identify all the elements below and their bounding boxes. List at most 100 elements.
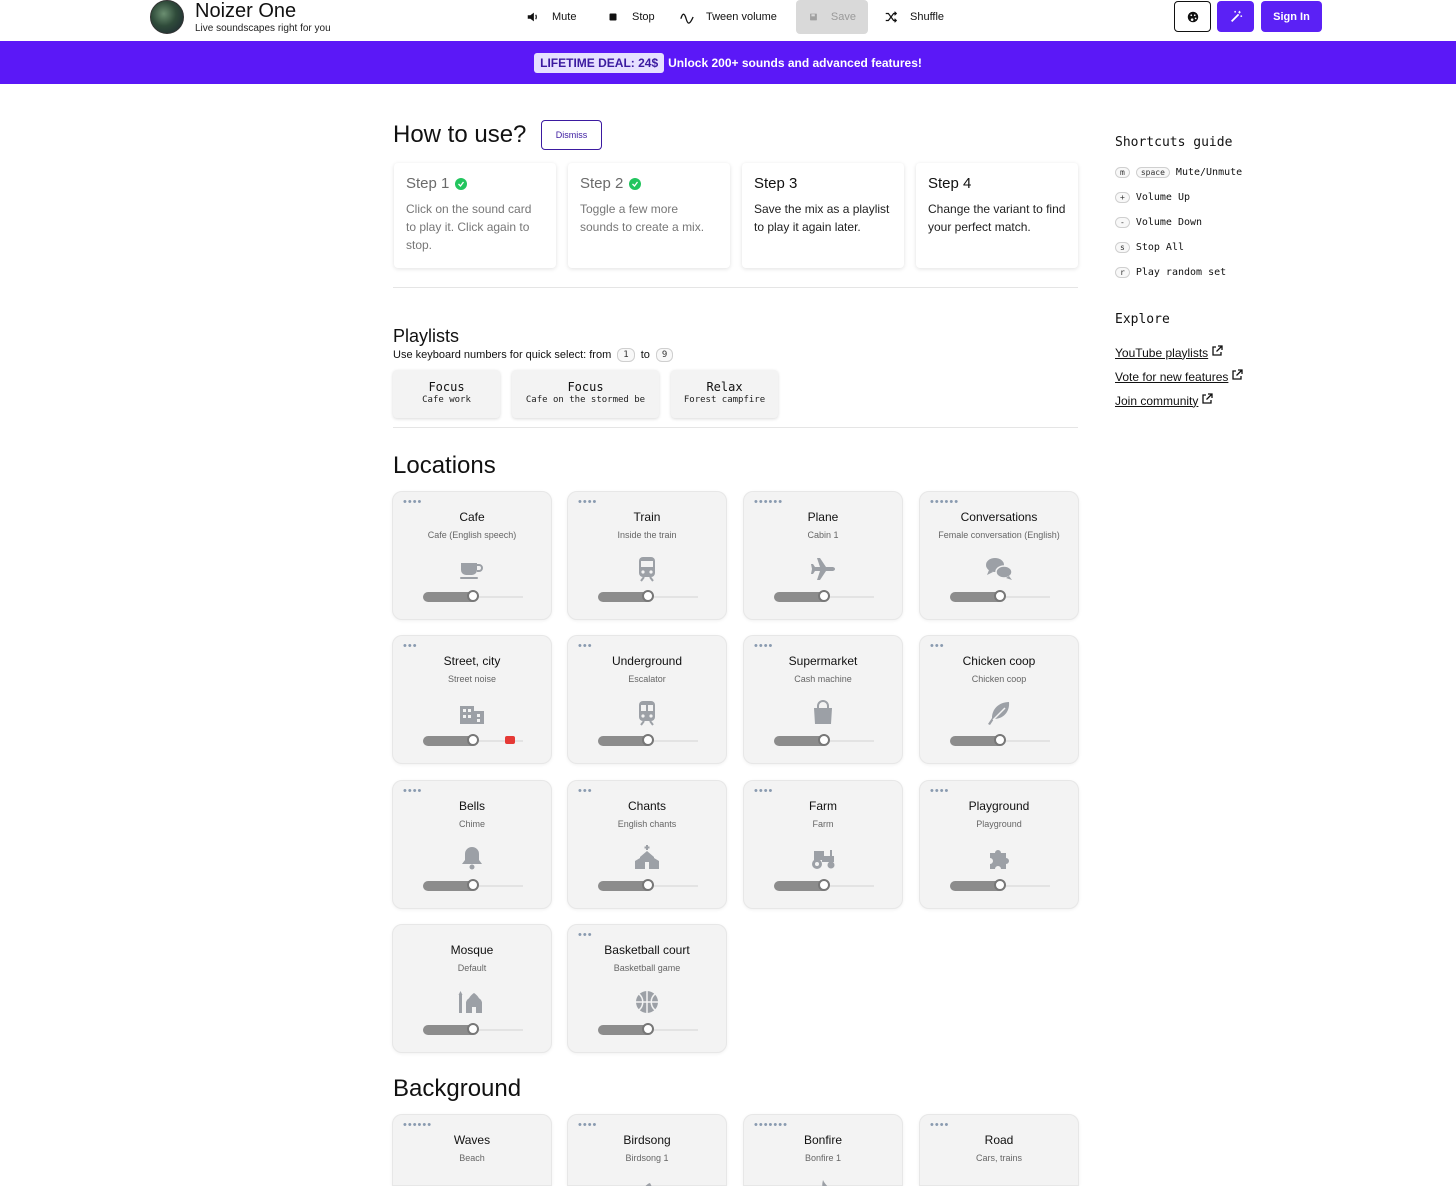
- volume-knob[interactable]: [467, 590, 479, 602]
- sound-card[interactable]: ••• Chants English chants: [567, 780, 727, 909]
- variant-dots[interactable]: ••••••: [754, 497, 783, 508]
- tween-volume-label: Tween volume: [706, 11, 777, 23]
- volume-knob[interactable]: [642, 1023, 654, 1035]
- step-desc: Toggle a few more sounds to create a mix…: [580, 202, 705, 234]
- volume-knob[interactable]: [818, 590, 830, 602]
- playlists-title: Playlists: [393, 326, 460, 346]
- step-title: Step 3: [754, 175, 798, 192]
- magic-wand-button[interactable]: [1217, 1, 1254, 32]
- volume-slider[interactable]: [774, 590, 874, 602]
- variant-dots[interactable]: ••••: [754, 786, 773, 797]
- feather-icon: [984, 698, 1014, 728]
- check-icon: [629, 177, 642, 190]
- sound-title: Street, city: [443, 654, 501, 668]
- explore-link[interactable]: YouTube playlists: [1115, 345, 1223, 360]
- sound-card[interactable]: ••• Chicken coop Chicken coop: [919, 635, 1079, 764]
- volume-slider[interactable]: [950, 879, 1050, 891]
- sound-card[interactable]: Mosque Default: [392, 924, 552, 1053]
- volume-slider[interactable]: [423, 1023, 523, 1035]
- sound-card[interactable]: ••• Basketball court Basketball game: [567, 924, 727, 1053]
- playlist-name: Focus: [428, 380, 465, 394]
- sound-card[interactable]: ••••••• Bonfire Bonfire 1: [743, 1114, 903, 1186]
- puzzle-icon: [984, 843, 1014, 873]
- variant-dots[interactable]: ••••: [578, 1120, 597, 1131]
- volume-slider[interactable]: [598, 1023, 698, 1035]
- volume-slider[interactable]: [950, 734, 1050, 746]
- volume-slider[interactable]: [423, 879, 523, 891]
- app-logo[interactable]: [150, 0, 184, 34]
- volume-knob[interactable]: [994, 879, 1006, 891]
- volume-slider[interactable]: [598, 734, 698, 746]
- shuffle-button[interactable]: Shuffle: [872, 0, 956, 34]
- volume-knob[interactable]: [467, 1023, 479, 1035]
- sound-card[interactable]: •••• Supermarket Cash machine: [743, 635, 903, 764]
- app-subtitle: Live soundscapes right for you: [195, 23, 331, 34]
- sound-card[interactable]: •••••• Conversations Female conversation (…: [919, 491, 1079, 620]
- sign-in-button[interactable]: Sign In: [1261, 1, 1322, 32]
- volume-slider[interactable]: [950, 590, 1050, 602]
- variant-dots[interactable]: ••••: [930, 1120, 949, 1131]
- variant-dots[interactable]: •••: [578, 641, 593, 652]
- volume-slider[interactable]: [423, 590, 523, 602]
- variant-dots[interactable]: •••: [403, 641, 418, 652]
- volume-slider[interactable]: [598, 590, 698, 602]
- variant-dots[interactable]: ••••: [578, 497, 597, 508]
- volume-knob[interactable]: [994, 590, 1006, 602]
- sound-card[interactable]: •••••• Waves Beach: [392, 1114, 552, 1186]
- sound-title: Road: [984, 1133, 1014, 1147]
- volume-slider[interactable]: [774, 734, 874, 746]
- explore-link[interactable]: Join community: [1115, 393, 1214, 408]
- sound-card[interactable]: •••••• Plane Cabin 1: [743, 491, 903, 620]
- variant-dots[interactable]: ••••••: [930, 497, 959, 508]
- variant-dots[interactable]: •••: [578, 930, 593, 941]
- sound-card[interactable]: •••• Cafe Cafe (English speech): [392, 491, 552, 620]
- step-card: Step 1 Click on the sound card to play i…: [394, 163, 556, 268]
- playlist-card[interactable]: Focus Cafe work: [393, 370, 500, 418]
- sound-card[interactable]: •••• Road Cars, trains: [919, 1114, 1079, 1186]
- sound-card[interactable]: •••• Playground Playground: [919, 780, 1079, 909]
- explore-link[interactable]: Vote for new features: [1115, 369, 1244, 384]
- variant-dots[interactable]: ••••: [754, 641, 773, 652]
- sound-card[interactable]: ••• Underground Escalator: [567, 635, 727, 764]
- volume-slider[interactable]: [598, 879, 698, 891]
- tween-volume-button[interactable]: Tween volume: [668, 0, 789, 34]
- volume-knob[interactable]: [642, 590, 654, 602]
- sound-card[interactable]: •••• Train Inside the train: [567, 491, 727, 620]
- variant-dots[interactable]: •••••••: [754, 1120, 788, 1131]
- playlist-card[interactable]: Relax Forest campfire: [671, 370, 778, 418]
- theme-button[interactable]: [1174, 1, 1211, 32]
- coffee-icon: [457, 554, 487, 584]
- volume-slider[interactable]: [774, 879, 874, 891]
- volume-knob[interactable]: [467, 734, 479, 746]
- volume-knob[interactable]: [467, 879, 479, 891]
- hint-text: Use keyboard numbers for quick select: f…: [393, 349, 612, 361]
- save-button[interactable]: Save: [796, 0, 868, 34]
- variant-dots[interactable]: •••: [578, 786, 593, 797]
- mute-button[interactable]: Mute: [514, 0, 588, 34]
- variant-dots[interactable]: ••••: [403, 786, 422, 797]
- variant-dots[interactable]: •••: [930, 641, 945, 652]
- plane-icon: [808, 554, 838, 584]
- variant-dots[interactable]: ••••••: [403, 1120, 432, 1131]
- dismiss-button[interactable]: Dismiss: [541, 120, 602, 150]
- sound-card[interactable]: •••• Farm Farm: [743, 780, 903, 909]
- sound-title: Bonfire: [803, 1133, 843, 1147]
- sound-card[interactable]: •••• Birdsong Birdsong 1: [567, 1114, 727, 1186]
- volume-knob[interactable]: [818, 734, 830, 746]
- sound-variant: Escalator: [628, 674, 666, 684]
- volume-knob[interactable]: [642, 734, 654, 746]
- volume-knob[interactable]: [994, 734, 1006, 746]
- variant-dots[interactable]: ••••: [930, 786, 949, 797]
- stop-button[interactable]: Stop: [594, 0, 667, 34]
- playlist-card[interactable]: Focus Cafe on the stormed be: [512, 370, 659, 418]
- promo-banner[interactable]: LIFETIME DEAL: 24$ Unlock 200+ sounds an…: [0, 41, 1456, 84]
- church-icon: [632, 843, 662, 873]
- magic-wand-icon: [1230, 10, 1242, 22]
- key-badge: -: [1115, 217, 1130, 228]
- volume-knob[interactable]: [818, 879, 830, 891]
- variant-dots[interactable]: ••••: [403, 497, 422, 508]
- sound-card[interactable]: ••• Street, city Street noise: [392, 635, 552, 764]
- sound-card[interactable]: •••• Bells Chime: [392, 780, 552, 909]
- volume-knob[interactable]: [642, 879, 654, 891]
- step-card: Step 4 Change the variant to find your p…: [916, 163, 1078, 268]
